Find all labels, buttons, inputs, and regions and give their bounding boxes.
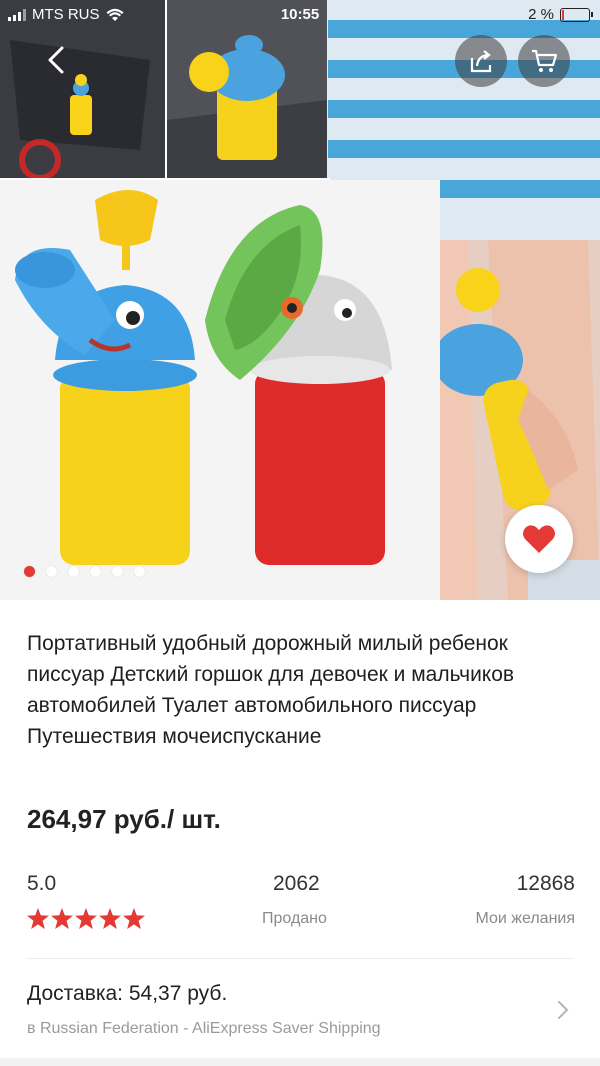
cart-icon <box>532 49 558 72</box>
battery-icon <box>560 7 593 22</box>
wishlist-count: 12868 <box>516 872 575 895</box>
sold-count: 2062 <box>273 872 320 895</box>
gallery-dot[interactable] <box>134 566 145 577</box>
star-icon <box>75 908 97 929</box>
rating-stars[interactable] <box>27 908 145 929</box>
sold-label: Продано <box>262 910 327 927</box>
battery-percent: 2 % <box>528 6 554 23</box>
section-gap <box>0 1058 600 1066</box>
wishlist-label: Мои желания <box>475 910 575 927</box>
chevron-right-icon <box>558 1001 569 1019</box>
product-photo-main <box>0 180 440 600</box>
product-price: 264,97 руб./ шт. <box>27 804 221 834</box>
back-button[interactable] <box>36 40 76 80</box>
battery-status: 2 % <box>528 6 593 23</box>
star-icon <box>51 908 73 929</box>
section-divider <box>27 958 573 959</box>
product-image-gallery[interactable]: MTS RUS 10:55 2 % <box>0 0 600 600</box>
delivery-details: в Russian Federation - AliExpress Saver … <box>27 1020 381 1037</box>
gallery-divider <box>0 178 330 180</box>
gallery-dot[interactable] <box>90 566 101 577</box>
gallery-dot[interactable] <box>46 566 57 577</box>
share-button[interactable] <box>455 35 507 87</box>
clock: 10:55 <box>280 6 320 23</box>
product-stats: 5.0 2062 Продано 12868 Мои желания <box>27 872 575 942</box>
gallery-dot[interactable] <box>24 566 35 577</box>
star-icon <box>123 908 145 929</box>
status-bar: MTS RUS 10:55 2 % <box>0 0 600 30</box>
gallery-pagination <box>24 566 145 577</box>
heart-icon <box>522 525 556 553</box>
share-icon <box>470 50 492 73</box>
gallery-dot[interactable] <box>68 566 79 577</box>
rating-value: 5.0 <box>27 872 57 895</box>
delivery-cost: Доставка: 54,37 руб. <box>27 982 228 1005</box>
gallery-dot[interactable] <box>112 566 123 577</box>
add-to-wishlist-button[interactable] <box>505 505 573 573</box>
product-title: Портативный удобный дорожный милый ребен… <box>27 632 515 748</box>
star-icon <box>99 908 121 929</box>
chevron-left-icon <box>48 46 64 74</box>
delivery-row[interactable]: Доставка: 54,37 руб. в Russian Federatio… <box>27 982 575 1048</box>
star-icon <box>27 908 49 929</box>
cart-button[interactable] <box>518 35 570 87</box>
